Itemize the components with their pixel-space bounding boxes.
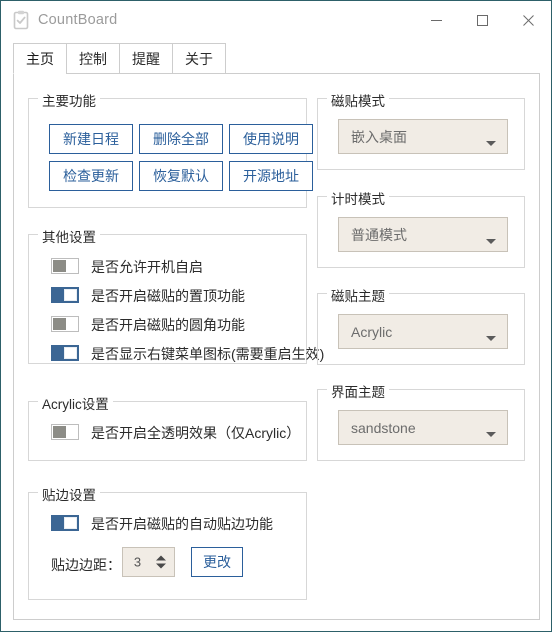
toggle-autostart-label: 是否允许开机自启 <box>91 259 203 275</box>
edge-margin-label: 贴边边距： <box>51 557 121 573</box>
usage-instructions-button[interactable]: 使用说明 <box>229 124 313 154</box>
open-source-url-button[interactable]: 开源地址 <box>229 161 313 191</box>
tile-theme-value: Acrylic <box>351 323 393 340</box>
close-icon <box>522 15 534 26</box>
group-legend: 主要功能 <box>38 90 100 110</box>
maximize-button[interactable] <box>459 1 505 40</box>
toggle-knob <box>53 260 66 272</box>
minimize-icon <box>430 20 442 21</box>
window-controls <box>413 1 551 40</box>
toggle-context-menu-icon-label: 是否显示右键菜单图标(需要重启生效) <box>91 346 325 362</box>
edge-margin-stepper[interactable]: 3 <box>122 547 175 577</box>
toggle-knob <box>53 318 66 330</box>
ui-theme-value: sandstone <box>351 419 416 436</box>
toggle-tile-topmost[interactable] <box>51 287 79 303</box>
tab-about[interactable]: 关于 <box>172 43 226 74</box>
toggle-full-transparency[interactable] <box>51 424 79 440</box>
check-update-button[interactable]: 检查更新 <box>49 161 133 191</box>
delete-all-button[interactable]: 删除全部 <box>139 124 223 154</box>
maximize-icon <box>476 15 488 26</box>
toggle-auto-edge-snap[interactable] <box>51 515 79 531</box>
tab-label: 主页 <box>26 50 54 67</box>
timer-mode-value: 普通模式 <box>351 226 407 243</box>
toggle-knob <box>64 289 77 301</box>
group-legend: 计时模式 <box>327 188 389 208</box>
group-legend: 贴边设置 <box>38 484 100 504</box>
tile-theme-dropdown[interactable]: Acrylic <box>338 314 508 349</box>
toggle-tile-topmost-label: 是否开启磁贴的置顶功能 <box>91 288 245 304</box>
stepper-arrows[interactable] <box>156 555 166 569</box>
tab-content-panel: 主要功能 新建日程 删除全部 使用说明 检查更新 恢复默认 开源地址 其他设置 … <box>13 73 540 620</box>
tile-mode-value: 嵌入桌面 <box>351 128 407 145</box>
toggle-tile-rounded-corners[interactable] <box>51 316 79 332</box>
toggle-full-transparency-label: 是否开启全透明效果（仅Acrylic） <box>91 425 301 441</box>
toggle-knob <box>53 426 66 438</box>
clipboard-check-icon <box>12 10 30 30</box>
window-title: CountBoard <box>38 12 118 28</box>
tab-bar: 主页 控制 提醒 关于 <box>13 43 226 74</box>
app-window: CountBoard 主页 控制 提醒 关于 主要功能 新建日程 删除全部 使用… <box>0 0 552 632</box>
tab-reminder[interactable]: 提醒 <box>119 43 172 74</box>
group-edge-settings: 贴边设置 是否开启磁贴的自动贴边功能 贴边边距： 3 更改 <box>28 484 307 600</box>
stepper-down-icon[interactable] <box>156 563 166 569</box>
tile-mode-dropdown[interactable]: 嵌入桌面 <box>338 119 508 154</box>
chevron-down-icon <box>486 141 496 146</box>
group-legend: 磁贴主题 <box>327 285 389 305</box>
tab-label: 控制 <box>79 50 107 67</box>
toggle-autostart[interactable] <box>51 258 79 274</box>
edge-margin-value: 3 <box>133 554 142 570</box>
restore-defaults-button[interactable]: 恢复默认 <box>139 161 223 191</box>
toggle-knob <box>64 347 77 359</box>
close-button[interactable] <box>505 1 551 40</box>
tab-home[interactable]: 主页 <box>13 43 66 74</box>
ui-theme-dropdown[interactable]: sandstone <box>338 410 508 445</box>
group-tile-theme: 磁贴主题 Acrylic <box>317 285 525 365</box>
title-bar: CountBoard <box>1 1 551 41</box>
group-tile-mode: 磁贴模式 嵌入桌面 <box>317 90 525 170</box>
tab-control[interactable]: 控制 <box>66 43 119 74</box>
group-other-settings: 其他设置 是否允许开机自启 是否开启磁贴的置顶功能 是否开启磁贴的圆角功能 是否… <box>28 226 324 364</box>
new-schedule-button[interactable]: 新建日程 <box>49 124 133 154</box>
group-ui-theme: 界面主题 sandstone <box>317 381 525 461</box>
group-timer-mode: 计时模式 普通模式 <box>317 188 525 268</box>
group-legend: Acrylic设置 <box>38 393 113 413</box>
toggle-knob <box>64 517 77 529</box>
apply-edge-margin-button[interactable]: 更改 <box>191 547 243 577</box>
group-legend: 磁贴模式 <box>327 90 389 110</box>
tab-label: 关于 <box>185 50 213 67</box>
toggle-context-menu-icon[interactable] <box>51 345 79 361</box>
chevron-down-icon <box>486 432 496 437</box>
group-legend: 其他设置 <box>38 226 100 246</box>
group-acrylic-settings: Acrylic设置 是否开启全透明效果（仅Acrylic） <box>28 393 307 461</box>
group-main-functions: 主要功能 新建日程 删除全部 使用说明 检查更新 恢复默认 开源地址 <box>28 90 313 208</box>
tab-label: 提醒 <box>132 50 160 67</box>
group-legend: 界面主题 <box>327 381 389 401</box>
stepper-up-icon[interactable] <box>156 555 166 561</box>
timer-mode-dropdown[interactable]: 普通模式 <box>338 217 508 252</box>
chevron-down-icon <box>486 239 496 244</box>
toggle-auto-edge-snap-label: 是否开启磁贴的自动贴边功能 <box>91 516 273 532</box>
toggle-tile-rounded-corners-label: 是否开启磁贴的圆角功能 <box>91 317 245 333</box>
chevron-down-icon <box>486 336 496 341</box>
minimize-button[interactable] <box>413 1 459 40</box>
